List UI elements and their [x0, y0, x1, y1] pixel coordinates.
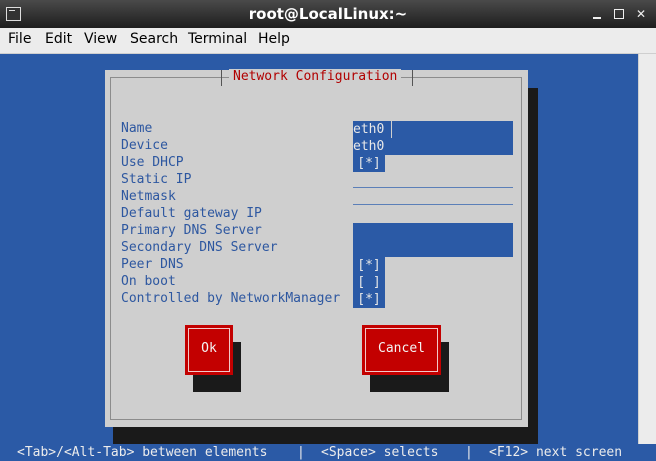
label-secondary-dns: Secondary DNS Server: [121, 240, 278, 255]
label-netmask: Netmask: [121, 189, 176, 204]
name-input[interactable]: eth0: [353, 121, 513, 138]
maximize-icon[interactable]: [612, 8, 626, 20]
label-static-ip: Static IP: [121, 172, 192, 187]
secondary-dns-input[interactable]: [353, 240, 513, 257]
title-right-tick: [412, 70, 413, 86]
hint-separator: |: [465, 445, 473, 460]
label-name: Name: [121, 121, 153, 136]
hint-tab: <Tab>/<Alt-Tab> between elements: [17, 445, 268, 460]
controlled-by-nm-checkbox[interactable]: [*]: [353, 291, 385, 308]
netmask-input[interactable]: [353, 204, 513, 205]
label-primary-dns: Primary DNS Server: [121, 223, 262, 238]
use-dhcp-checkbox[interactable]: [*]: [353, 155, 385, 172]
label-controlled-by-nm: Controlled by NetworkManager: [121, 291, 341, 306]
title-left-tick: [221, 70, 222, 86]
on-boot-checkbox[interactable]: [ ]: [353, 274, 385, 291]
dialog-border-right: [521, 77, 522, 420]
hint-f12: <F12> next screen: [489, 445, 623, 460]
minimize-icon[interactable]: [590, 8, 604, 20]
hint-separator: |: [297, 445, 305, 460]
cancel-button[interactable]: Cancel: [362, 325, 441, 375]
menu-bar: File Edit View Search Terminal Help: [0, 28, 656, 54]
ok-button[interactable]: Ok: [185, 325, 233, 375]
menu-help[interactable]: Help: [258, 31, 290, 47]
close-icon[interactable]: ✕: [634, 8, 648, 20]
dialog-border-bottom: [110, 419, 522, 420]
menu-file[interactable]: File: [8, 31, 31, 47]
menu-search[interactable]: Search: [130, 31, 178, 47]
cancel-button-label: Cancel: [378, 341, 425, 356]
menu-view[interactable]: View: [84, 31, 117, 47]
label-use-dhcp: Use DHCP: [121, 155, 184, 170]
label-peer-dns: Peer DNS: [121, 257, 184, 272]
scrollbar[interactable]: [638, 54, 656, 444]
hint-space: <Space> selects: [321, 445, 439, 460]
static-ip-input[interactable]: [353, 187, 513, 188]
device-input[interactable]: eth0: [353, 138, 513, 155]
label-on-boot: On boot: [121, 274, 176, 289]
dialog-title: Network Configuration: [229, 69, 402, 84]
menu-terminal[interactable]: Terminal: [188, 31, 247, 47]
label-device: Device: [121, 138, 168, 153]
device-value: eth0: [353, 139, 385, 154]
menu-edit[interactable]: Edit: [45, 31, 72, 47]
text-cursor: [391, 121, 392, 138]
primary-dns-input[interactable]: [353, 223, 513, 240]
peer-dns-checkbox[interactable]: [*]: [353, 257, 385, 274]
window-title: root@LocalLinux:~: [248, 5, 408, 23]
title-bar: root@LocalLinux:~ ✕: [0, 0, 656, 28]
dialog-border-left: [110, 77, 111, 420]
footer-hints: <Tab>/<Alt-Tab> between elements | <Spac…: [0, 444, 656, 461]
label-default-gateway: Default gateway IP: [121, 206, 262, 221]
name-value: eth0: [353, 122, 385, 137]
ok-button-label: Ok: [201, 341, 217, 356]
